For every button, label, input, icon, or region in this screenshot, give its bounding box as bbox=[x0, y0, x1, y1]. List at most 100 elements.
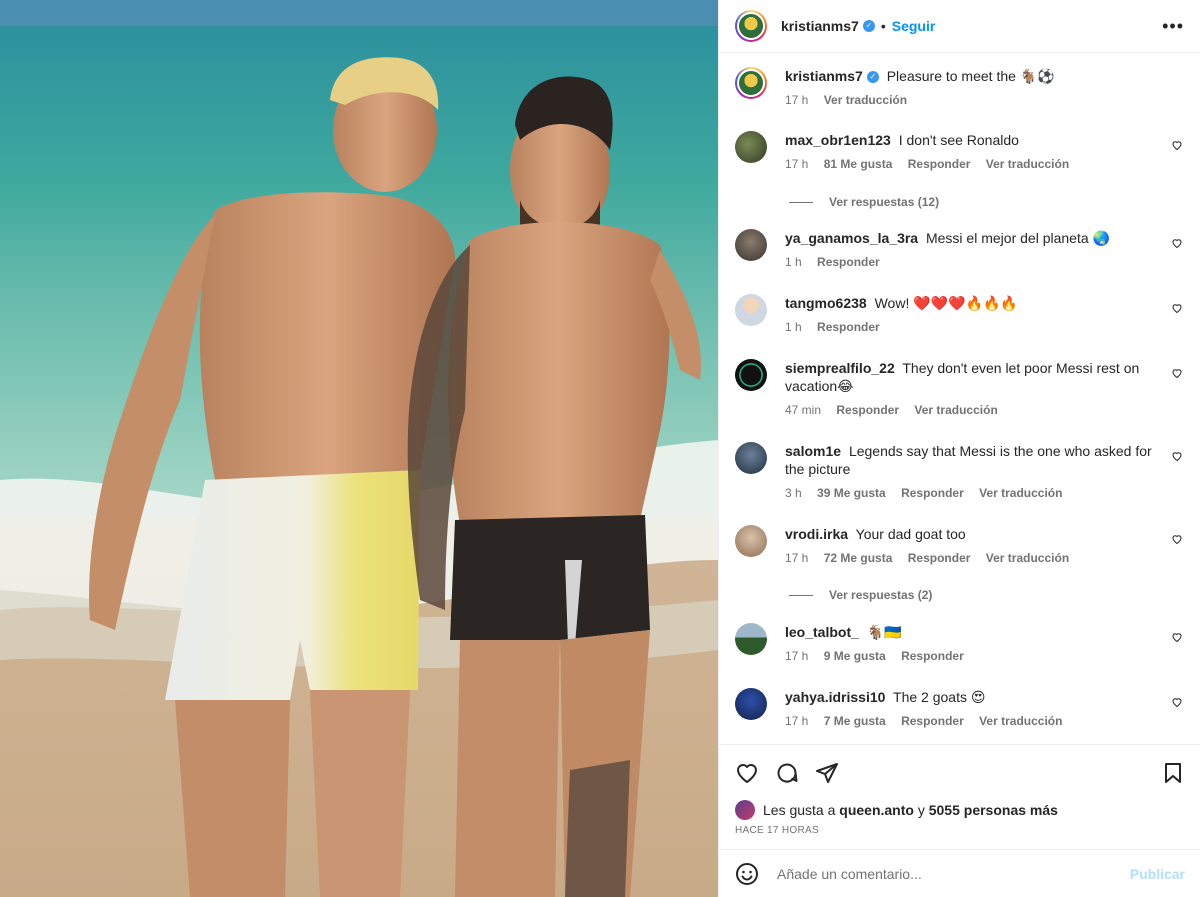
reply-button[interactable]: Responder bbox=[901, 486, 964, 500]
heart-icon[interactable] bbox=[1171, 631, 1183, 643]
bookmark-icon[interactable] bbox=[1161, 761, 1185, 785]
comment-username[interactable]: siemprealfilo_22 bbox=[785, 360, 895, 376]
caption-time[interactable]: 17 h bbox=[785, 93, 808, 107]
add-comment-bar: Publicar bbox=[719, 849, 1200, 897]
likes-summary[interactable]: Les gusta a queen.anto y 5055 personas m… bbox=[735, 800, 1058, 820]
comment-text: The 2 goats 😍 bbox=[893, 689, 986, 705]
comment-username[interactable]: yahya.idrissi10 bbox=[785, 689, 885, 705]
comment-item: salom1e Legends say that Messi is the on… bbox=[735, 442, 1185, 502]
comment-text: Your dad goat too bbox=[855, 526, 966, 542]
likes-count[interactable]: 5055 personas más bbox=[929, 802, 1058, 818]
comment-time[interactable]: 3 h bbox=[785, 486, 802, 500]
author-avatar-small[interactable] bbox=[735, 67, 767, 99]
follow-button[interactable]: Seguir bbox=[892, 18, 936, 34]
beach-photo bbox=[0, 0, 718, 897]
comment-time[interactable]: 47 min bbox=[785, 403, 821, 417]
likes-middle: y bbox=[917, 802, 925, 818]
comment-item: yahya.idrissi10 The 2 goats 😍 17 h 7 Me … bbox=[735, 688, 1185, 730]
reply-button[interactable]: Responder bbox=[817, 255, 880, 269]
translate-link[interactable]: Ver traducción bbox=[986, 157, 1069, 171]
comment-likes[interactable]: 9 Me gusta bbox=[824, 649, 886, 663]
comment-time[interactable]: 17 h bbox=[785, 714, 808, 728]
post-timestamp[interactable]: HACE 17 HORAS bbox=[735, 825, 819, 836]
separator-dot: • bbox=[880, 18, 886, 34]
heart-icon[interactable] bbox=[1171, 139, 1183, 151]
comment-time[interactable]: 17 h bbox=[785, 157, 808, 171]
caption-username[interactable]: kristianms7 bbox=[785, 68, 863, 84]
view-replies-label: Ver respuestas (12) bbox=[829, 195, 940, 209]
comment-item: leo_talbot_ 🐐🇺🇦 17 h 9 Me gusta Responde… bbox=[735, 623, 1185, 665]
verified-icon: ✓ bbox=[862, 20, 875, 32]
comment-icon[interactable] bbox=[775, 761, 799, 785]
comment-text: Wow! ❤️❤️❤️🔥🔥🔥 bbox=[874, 295, 1018, 311]
commenter-avatar[interactable] bbox=[735, 525, 767, 557]
reply-button[interactable]: Responder bbox=[836, 403, 899, 417]
heart-icon[interactable] bbox=[1171, 237, 1183, 249]
caption: kristianms7 ✓ Pleasure to meet the 🐐⚽ 17 … bbox=[735, 67, 1185, 109]
comment-item: vrodi.irka Your dad goat too 17 h 72 Me … bbox=[735, 525, 1185, 567]
post-side-panel: kristianms7 ✓ • Seguir ••• kristianms7 ✓ … bbox=[718, 0, 1200, 897]
more-options-icon[interactable]: ••• bbox=[1162, 16, 1184, 37]
heart-icon[interactable] bbox=[1171, 302, 1183, 314]
comment-likes[interactable]: 7 Me gusta bbox=[824, 714, 886, 728]
commenter-avatar[interactable] bbox=[735, 359, 767, 391]
comment-username[interactable]: vrodi.irka bbox=[785, 526, 848, 542]
view-replies-button[interactable]: Ver respuestas (12) bbox=[789, 195, 939, 209]
comment-text: I don't see Ronaldo bbox=[898, 132, 1019, 148]
translate-link[interactable]: Ver traducción bbox=[979, 486, 1062, 500]
commenter-avatar[interactable] bbox=[735, 229, 767, 261]
comment-username[interactable]: leo_talbot_ bbox=[785, 624, 859, 640]
share-icon[interactable] bbox=[815, 761, 839, 785]
comment-input[interactable] bbox=[775, 864, 1130, 883]
comment-username[interactable]: tangmo6238 bbox=[785, 295, 867, 311]
comment-likes[interactable]: 81 Me gusta bbox=[824, 157, 893, 171]
view-replies-button[interactable]: Ver respuestas (2) bbox=[789, 588, 932, 602]
commenter-avatar[interactable] bbox=[735, 623, 767, 655]
publish-button[interactable]: Publicar bbox=[1130, 866, 1185, 882]
liker-username[interactable]: queen.anto bbox=[839, 802, 914, 818]
reply-button[interactable]: Responder bbox=[901, 649, 964, 663]
reply-button[interactable]: Responder bbox=[901, 714, 964, 728]
comment-time[interactable]: 17 h bbox=[785, 649, 808, 663]
comment-username[interactable]: ya_ganamos_la_3ra bbox=[785, 230, 918, 246]
heart-icon[interactable] bbox=[1171, 450, 1183, 462]
comment-time[interactable]: 1 h bbox=[785, 320, 802, 334]
caption-text: Pleasure to meet the 🐐⚽ bbox=[886, 68, 1055, 84]
author-username[interactable]: kristianms7 bbox=[781, 18, 859, 34]
reply-button[interactable]: Responder bbox=[817, 320, 880, 334]
commenter-avatar[interactable] bbox=[735, 688, 767, 720]
translate-link[interactable]: Ver traducción bbox=[914, 403, 997, 417]
heart-icon[interactable] bbox=[1171, 367, 1183, 379]
likes-prefix: Les gusta a bbox=[763, 802, 836, 818]
comment-likes[interactable]: 39 Me gusta bbox=[817, 486, 886, 500]
comment-username[interactable]: salom1e bbox=[785, 443, 841, 459]
commenter-avatar[interactable] bbox=[735, 442, 767, 474]
reply-button[interactable]: Responder bbox=[908, 157, 971, 171]
comment-item: siemprealfilo_22 They don't even let poo… bbox=[735, 359, 1185, 419]
comment-item: max_obr1en123 I don't see Ronaldo 17 h 8… bbox=[735, 131, 1185, 173]
post-photo[interactable] bbox=[0, 0, 718, 897]
commenter-avatar[interactable] bbox=[735, 131, 767, 163]
comment-likes[interactable]: 72 Me gusta bbox=[824, 551, 893, 565]
post-header: kristianms7 ✓ • Seguir ••• bbox=[719, 0, 1200, 53]
comment-text: Messi el mejor del planeta 🌏 bbox=[925, 230, 1110, 246]
comment-text: 🐐🇺🇦 bbox=[866, 624, 902, 640]
author-avatar[interactable] bbox=[735, 10, 767, 42]
comment-username[interactable]: max_obr1en123 bbox=[785, 132, 891, 148]
translate-link[interactable]: Ver traducción bbox=[986, 551, 1069, 565]
emoji-icon[interactable] bbox=[735, 862, 759, 886]
caption-translate-link[interactable]: Ver traducción bbox=[824, 93, 907, 107]
like-heart-icon[interactable] bbox=[735, 761, 759, 785]
heart-icon[interactable] bbox=[1171, 696, 1183, 708]
translate-link[interactable]: Ver traducción bbox=[979, 714, 1062, 728]
comment-item: tangmo6238 Wow! ❤️❤️❤️🔥🔥🔥 1 h Responder bbox=[735, 294, 1185, 336]
comments-list[interactable]: kristianms7 ✓ Pleasure to meet the 🐐⚽ 17 … bbox=[719, 53, 1200, 743]
commenter-avatar[interactable] bbox=[735, 294, 767, 326]
reply-button[interactable]: Responder bbox=[908, 551, 971, 565]
heart-icon[interactable] bbox=[1171, 533, 1183, 545]
action-bar bbox=[719, 744, 1200, 800]
comment-time[interactable]: 1 h bbox=[785, 255, 802, 269]
instagram-post-view: kristianms7 ✓ • Seguir ••• kristianms7 ✓ … bbox=[0, 0, 1200, 897]
comment-item: ya_ganamos_la_3ra Messi el mejor del pla… bbox=[735, 229, 1185, 271]
comment-time[interactable]: 17 h bbox=[785, 551, 808, 565]
